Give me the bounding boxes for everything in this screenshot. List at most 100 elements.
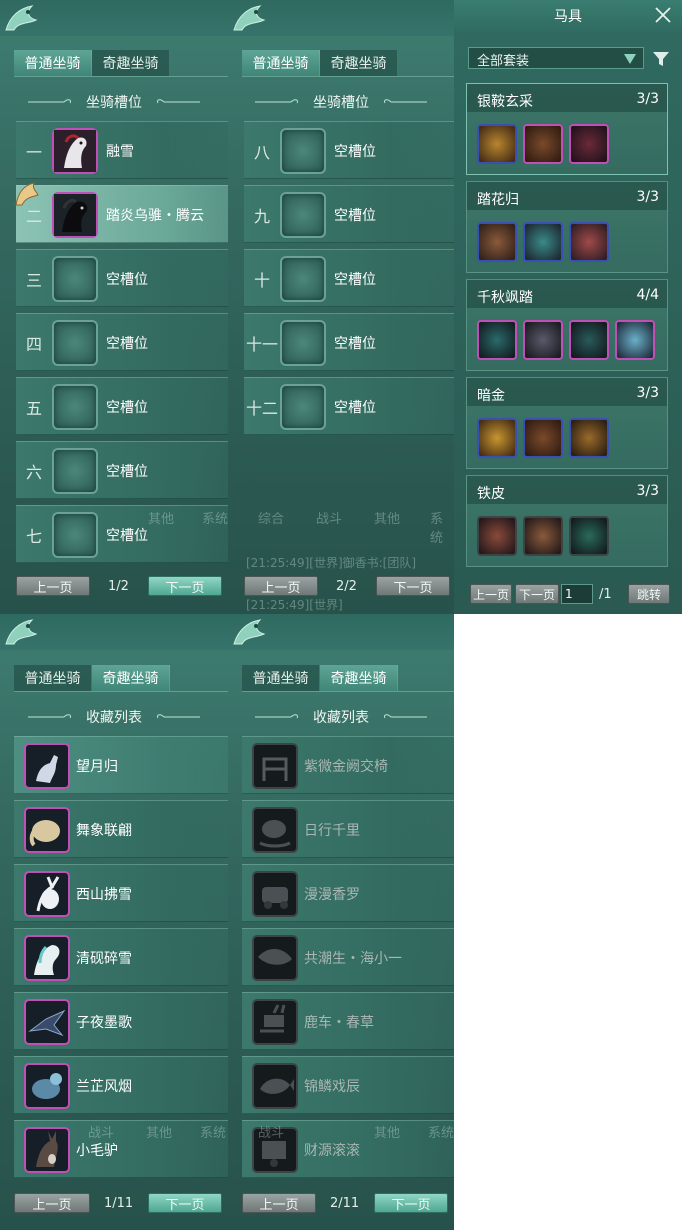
mount-slot-row[interactable]: 十 空槽位 <box>244 249 454 307</box>
chat-line-ghost: [21:25:49][世界]御香书:[团队] <box>246 556 417 570</box>
leather-saddle-icon[interactable] <box>477 222 517 262</box>
gear-set-count: 4/4 <box>636 287 659 303</box>
next-page-button[interactable]: 下一页 <box>148 1193 222 1213</box>
mount-type-tabs: 普通坐骑 奇趣坐骑 <box>14 665 170 691</box>
brown-armor-icon[interactable] <box>477 516 517 556</box>
gear-set-name: 踏花归 <box>477 192 519 208</box>
jump-button[interactable]: 跳转 <box>628 584 670 604</box>
collection-item[interactable]: 日行千里 <box>242 800 454 858</box>
close-icon[interactable] <box>654 6 672 24</box>
mount-slot-row[interactable]: 四 空槽位 <box>16 313 228 371</box>
tab-normal-mounts[interactable]: 普通坐骑 <box>14 665 92 691</box>
gear-set-card[interactable]: 暗金 3/3 <box>466 377 668 469</box>
empty-slot-icon <box>52 448 98 494</box>
next-page-button[interactable]: 下一页 <box>376 576 450 596</box>
mount-slot-row[interactable]: 六 空槽位 <box>16 441 228 499</box>
prev-page-button[interactable]: 上一页 <box>242 1193 316 1213</box>
tab-fun-mounts[interactable]: 奇趣坐骑 <box>92 50 170 76</box>
mount-slot-row[interactable]: 一 融雪 <box>16 121 228 179</box>
red-armor-icon[interactable] <box>569 222 609 262</box>
set-filter-dropdown[interactable]: 全部套装 <box>468 47 644 69</box>
mount-slot-row-selected[interactable]: 二 踏炎乌骓・腾云 <box>16 185 228 243</box>
cyan-barding-icon[interactable] <box>615 320 655 360</box>
mount-slot-row[interactable]: 十二 空槽位 <box>244 377 454 435</box>
mount-slot-row[interactable]: 十一 空槽位 <box>244 313 454 371</box>
prev-page-button[interactable]: 上一页 <box>14 1193 90 1213</box>
prev-page-button[interactable]: 上一页 <box>16 576 90 596</box>
slot-number: 五 <box>25 399 42 418</box>
prev-page-button[interactable]: 上一页 <box>244 576 318 596</box>
right-ornament-icon <box>157 99 200 104</box>
mount-name: 踏炎乌骓・腾云 <box>106 208 204 224</box>
slot-number: 九 <box>253 207 270 226</box>
horse-gear-panel: 马具 全部套装 银鞍玄采 3/3 踏花归 3/3 千秋飒踏 4/4 暗金 3/3 <box>454 0 682 614</box>
next-page-button[interactable]: 下一页 <box>374 1193 448 1213</box>
tab-fun-mounts[interactable]: 奇趣坐骑 <box>320 50 398 76</box>
section-title-text: 坐骑槽位 <box>313 95 369 111</box>
empty-slot-icon <box>280 128 326 174</box>
slot-number: 一 <box>25 143 42 162</box>
collection-item[interactable]: 舞象联翩 <box>14 800 228 858</box>
tab-normal-mounts[interactable]: 普通坐骑 <box>242 50 320 76</box>
prev-page-button[interactable]: 上一页 <box>470 584 512 604</box>
tab-fun-mounts[interactable]: 奇趣坐骑 <box>92 665 170 691</box>
gear-set-card[interactable]: 千秋飒踏 4/4 <box>466 279 668 371</box>
collection-item[interactable]: 子夜墨歌 <box>14 992 228 1050</box>
tab-normal-mounts[interactable]: 普通坐骑 <box>242 665 320 691</box>
next-page-button[interactable]: 下一页 <box>148 576 222 596</box>
collection-item[interactable]: 兰芷风烟 <box>14 1056 228 1114</box>
gold-saddle-icon[interactable] <box>477 124 517 164</box>
gear-set-card[interactable]: 银鞍玄采 3/3 <box>466 83 668 175</box>
collection-item[interactable]: 锦鳞戏辰 <box>242 1056 454 1114</box>
pagination: 上一页 2/11 下一页 <box>228 1193 454 1215</box>
dark-bridle-icon[interactable] <box>569 516 609 556</box>
slot-number: 三 <box>25 271 42 290</box>
collection-item[interactable]: 紫微金阙交椅 <box>242 736 454 794</box>
collection-item[interactable]: 鹿车・春草 <box>242 992 454 1050</box>
collection-item[interactable]: 漫漫香罗 <box>242 864 454 922</box>
page-input[interactable]: 1 <box>561 584 593 604</box>
collection-item[interactable]: 望月归 <box>14 736 228 794</box>
chat-tab-ghost: 战斗 <box>316 512 343 527</box>
pagination: 上一页 1/11 下一页 <box>0 1193 228 1215</box>
purple-barding-icon[interactable] <box>569 124 609 164</box>
chat-tab-ghost: 战斗 <box>88 1126 115 1141</box>
collection-item[interactable]: 清砚碎雪 <box>14 928 228 986</box>
chat-tab-ghost: 系统 <box>202 512 228 527</box>
mount-slot-row[interactable]: 五 空槽位 <box>16 377 228 435</box>
empty-slot-icon <box>280 320 326 366</box>
dark-armor-icon[interactable] <box>569 320 609 360</box>
collection-item[interactable]: 小毛驴 <box>14 1120 228 1178</box>
leather-saddle-icon[interactable] <box>523 516 563 556</box>
dark-saddle-icon[interactable] <box>523 320 563 360</box>
red-bridle-icon[interactable] <box>523 222 563 262</box>
collection-item[interactable]: 共潮生・海小一 <box>242 928 454 986</box>
empty-slot-icon <box>280 384 326 430</box>
page-indicator: 2/11 <box>330 1195 360 1211</box>
mount-slot-row[interactable]: 九 空槽位 <box>244 185 454 243</box>
brown-saddle-icon[interactable] <box>523 124 563 164</box>
gear-set-card[interactable]: 铁皮 3/3 <box>466 475 668 567</box>
mount-slot-panel-2: 普通坐骑 奇趣坐骑 坐骑槽位 八 空槽位 九 空槽位 十 空槽位 十一 空槽位 … <box>228 0 454 614</box>
chat-tab-ghost: 其他 <box>148 512 175 527</box>
tab-fun-mounts[interactable]: 奇趣坐骑 <box>320 665 398 691</box>
dragon-logo-icon <box>5 5 38 31</box>
tab-normal-mounts[interactable]: 普通坐骑 <box>14 50 92 76</box>
mount-slot-row[interactable]: 八 空槽位 <box>244 121 454 179</box>
chat-tab-ghost: 其他 <box>374 512 401 527</box>
dark-bridle-icon[interactable] <box>477 320 517 360</box>
tab-divider <box>14 76 228 77</box>
gear-set-card[interactable]: 踏花归 3/3 <box>466 181 668 273</box>
mount-slot-row[interactable]: 七 空槽位 <box>16 505 228 563</box>
empty-slot-icon <box>52 512 98 558</box>
brown-barding-icon[interactable] <box>569 418 609 458</box>
filter-icon[interactable] <box>652 50 670 68</box>
gold-saddle-icon[interactable] <box>477 418 517 458</box>
mount-slot-row[interactable]: 三 空槽位 <box>16 249 228 307</box>
elephant-mount-icon <box>24 807 70 853</box>
next-page-button[interactable]: 下一页 <box>515 584 559 604</box>
tab-divider <box>242 76 454 77</box>
chat-tab-ghost: 系统 <box>428 1126 454 1141</box>
brown-saddle-icon[interactable] <box>523 418 563 458</box>
collection-item[interactable]: 西山拂雪 <box>14 864 228 922</box>
